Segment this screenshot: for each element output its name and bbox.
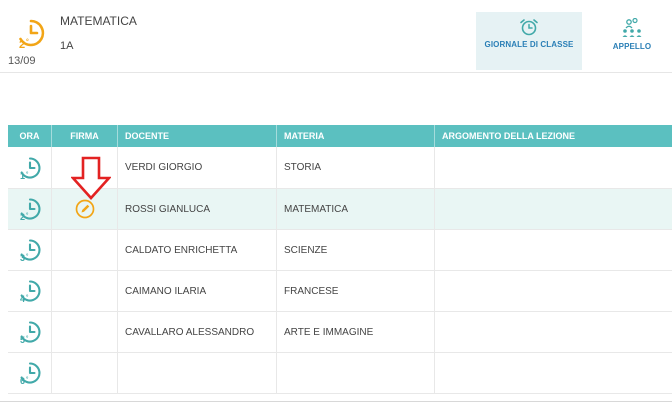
firma-cell <box>52 312 118 352</box>
alarm-clock-icon <box>520 19 538 36</box>
svg-text:1: 1 <box>20 171 25 180</box>
column-docente: DOCENTE <box>118 125 277 147</box>
svg-text:2: 2 <box>20 212 25 221</box>
hour-clock-icon: 1 ° <box>20 156 41 180</box>
docente-cell: CAVALLARO ALESSANDRO <box>118 312 277 352</box>
docente-cell: CALDATO ENRICHETTA <box>118 230 277 270</box>
hour-clock-icon: 5 ° <box>20 321 41 344</box>
column-firma: FIRMA <box>52 125 118 147</box>
materia-cell: STORIA <box>277 147 435 188</box>
hour-clock-icon: 4 ° <box>20 280 41 303</box>
people-icon <box>622 18 642 37</box>
divider <box>0 401 672 402</box>
column-ora: ORA <box>8 125 52 147</box>
svg-text:6: 6 <box>20 376 25 385</box>
hour-clock-icon: 3 ° <box>20 239 41 262</box>
annotation-arrow <box>71 156 111 200</box>
table-row[interactable]: 3 ° CALDATO ENRICHETTA SCIENZE <box>8 230 672 271</box>
giornale-di-classe-button[interactable]: GIORNALE DI CLASSE <box>476 12 582 70</box>
hour-cell: 3 ° <box>8 230 52 270</box>
current-hour-icon: 2 ° <box>19 19 45 50</box>
argomento-cell[interactable] <box>435 353 672 393</box>
docente-cell: CAIMANO ILARIA <box>118 271 277 311</box>
argomento-cell[interactable] <box>435 189 672 229</box>
current-hour-number: 2 <box>19 39 25 50</box>
svg-text:5: 5 <box>20 335 25 344</box>
hour-cell: 5 ° <box>8 312 52 352</box>
table-row[interactable]: 6 ° <box>8 353 672 394</box>
svg-text:°: ° <box>26 38 29 46</box>
lesson-date: 13/09 <box>8 55 36 67</box>
firma-cell <box>52 271 118 311</box>
materia-cell: FRANCESE <box>277 271 435 311</box>
table-row[interactable]: 5 ° CAVALLARO ALESSANDRO ARTE E IMMAGINE <box>8 312 672 353</box>
svg-text:4: 4 <box>20 294 25 303</box>
firma-cell <box>52 353 118 393</box>
lesson-class: 1A <box>60 40 74 52</box>
materia-cell: SCIENZE <box>277 230 435 270</box>
materia-cell: MATEMATICA <box>277 189 435 229</box>
pencil-sign-icon[interactable] <box>75 199 95 219</box>
argomento-cell[interactable] <box>435 271 672 311</box>
column-materia: MATERIA <box>277 125 435 147</box>
materia-cell: ARTE E IMMAGINE <box>277 312 435 352</box>
lesson-subject: MATEMATICA <box>60 14 137 28</box>
svg-text:3: 3 <box>20 253 25 262</box>
hour-cell: 4 ° <box>8 271 52 311</box>
column-argomento: ARGOMENTO DELLA LEZIONE <box>442 131 576 141</box>
docente-cell: ROSSI GIANLUCA <box>118 189 277 229</box>
appello-button[interactable]: APPELLO <box>600 12 664 70</box>
lesson-header: 2 ° 13/09 MATEMATICA 1A GIORNALE DI CLAS… <box>0 0 672 73</box>
argomento-cell[interactable] <box>435 312 672 352</box>
docente-cell <box>118 353 277 393</box>
firma-cell <box>52 230 118 270</box>
hour-clock-icon: 2 ° <box>20 198 41 221</box>
table-row[interactable]: 4 ° CAIMANO ILARIA FRANCESE <box>8 271 672 312</box>
argomento-cell[interactable] <box>435 147 672 188</box>
hour-cell: 6 ° <box>8 353 52 393</box>
hour-clock-icon: 6 ° <box>20 362 41 385</box>
hour-cell: 2 ° <box>8 189 52 229</box>
hour-cell: 1 ° <box>8 147 52 188</box>
materia-cell <box>277 353 435 393</box>
docente-cell: VERDI GIORGIO <box>118 147 277 188</box>
argomento-cell[interactable] <box>435 230 672 270</box>
appello-label: APPELLO <box>612 42 652 51</box>
giornale-label: GIORNALE DI CLASSE <box>484 40 574 49</box>
table-header: ORA FIRMA DOCENTE MATERIA ARGOMENTO DELL… <box>8 125 672 147</box>
